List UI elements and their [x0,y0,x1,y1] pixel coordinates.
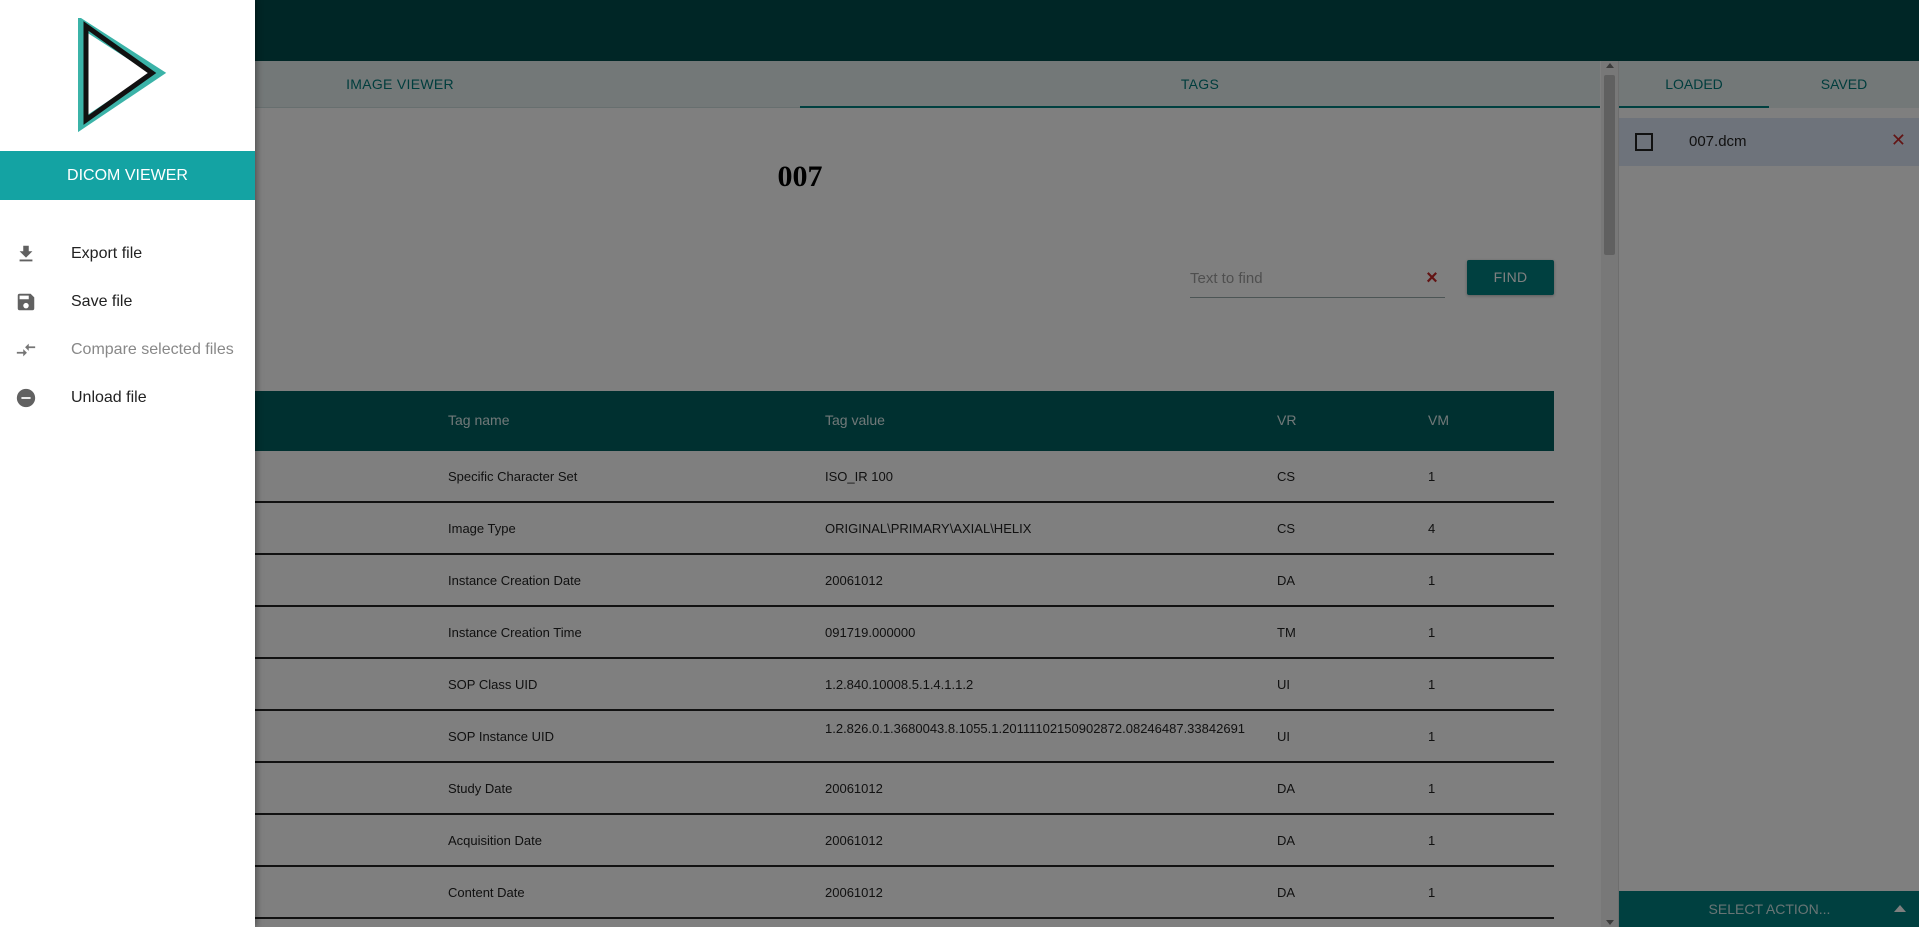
compare-arrows-icon [16,343,36,357]
modal-backdrop[interactable] [0,0,1919,927]
menu-item-export-file[interactable]: Export file [0,230,255,278]
menu-item-label: Compare selected files [71,341,234,358]
download-icon [19,245,33,262]
app-root: IMAGE VIEWER TAGS 007 × FIND Tag name Ta… [0,0,1919,927]
menu-item-compare-selected-files[interactable]: Compare selected files [0,326,255,374]
menu-item-save-file[interactable]: Save file [0,278,255,326]
play-logo-icon [78,18,167,133]
floppy-disk-icon [17,293,35,311]
menu-item-label: Unload file [71,389,147,406]
drawer-menu: Export file Save file Compare selected f… [0,230,255,422]
remove-circle-icon [16,388,36,408]
drawer-title: DICOM VIEWER [0,151,255,200]
menu-item-label: Export file [71,245,143,262]
menu-item-unload-file[interactable]: Unload file [0,374,255,422]
menu-item-label: Save file [71,293,133,310]
navigation-drawer: DICOM VIEWER Export file Save file Compa… [0,0,255,927]
